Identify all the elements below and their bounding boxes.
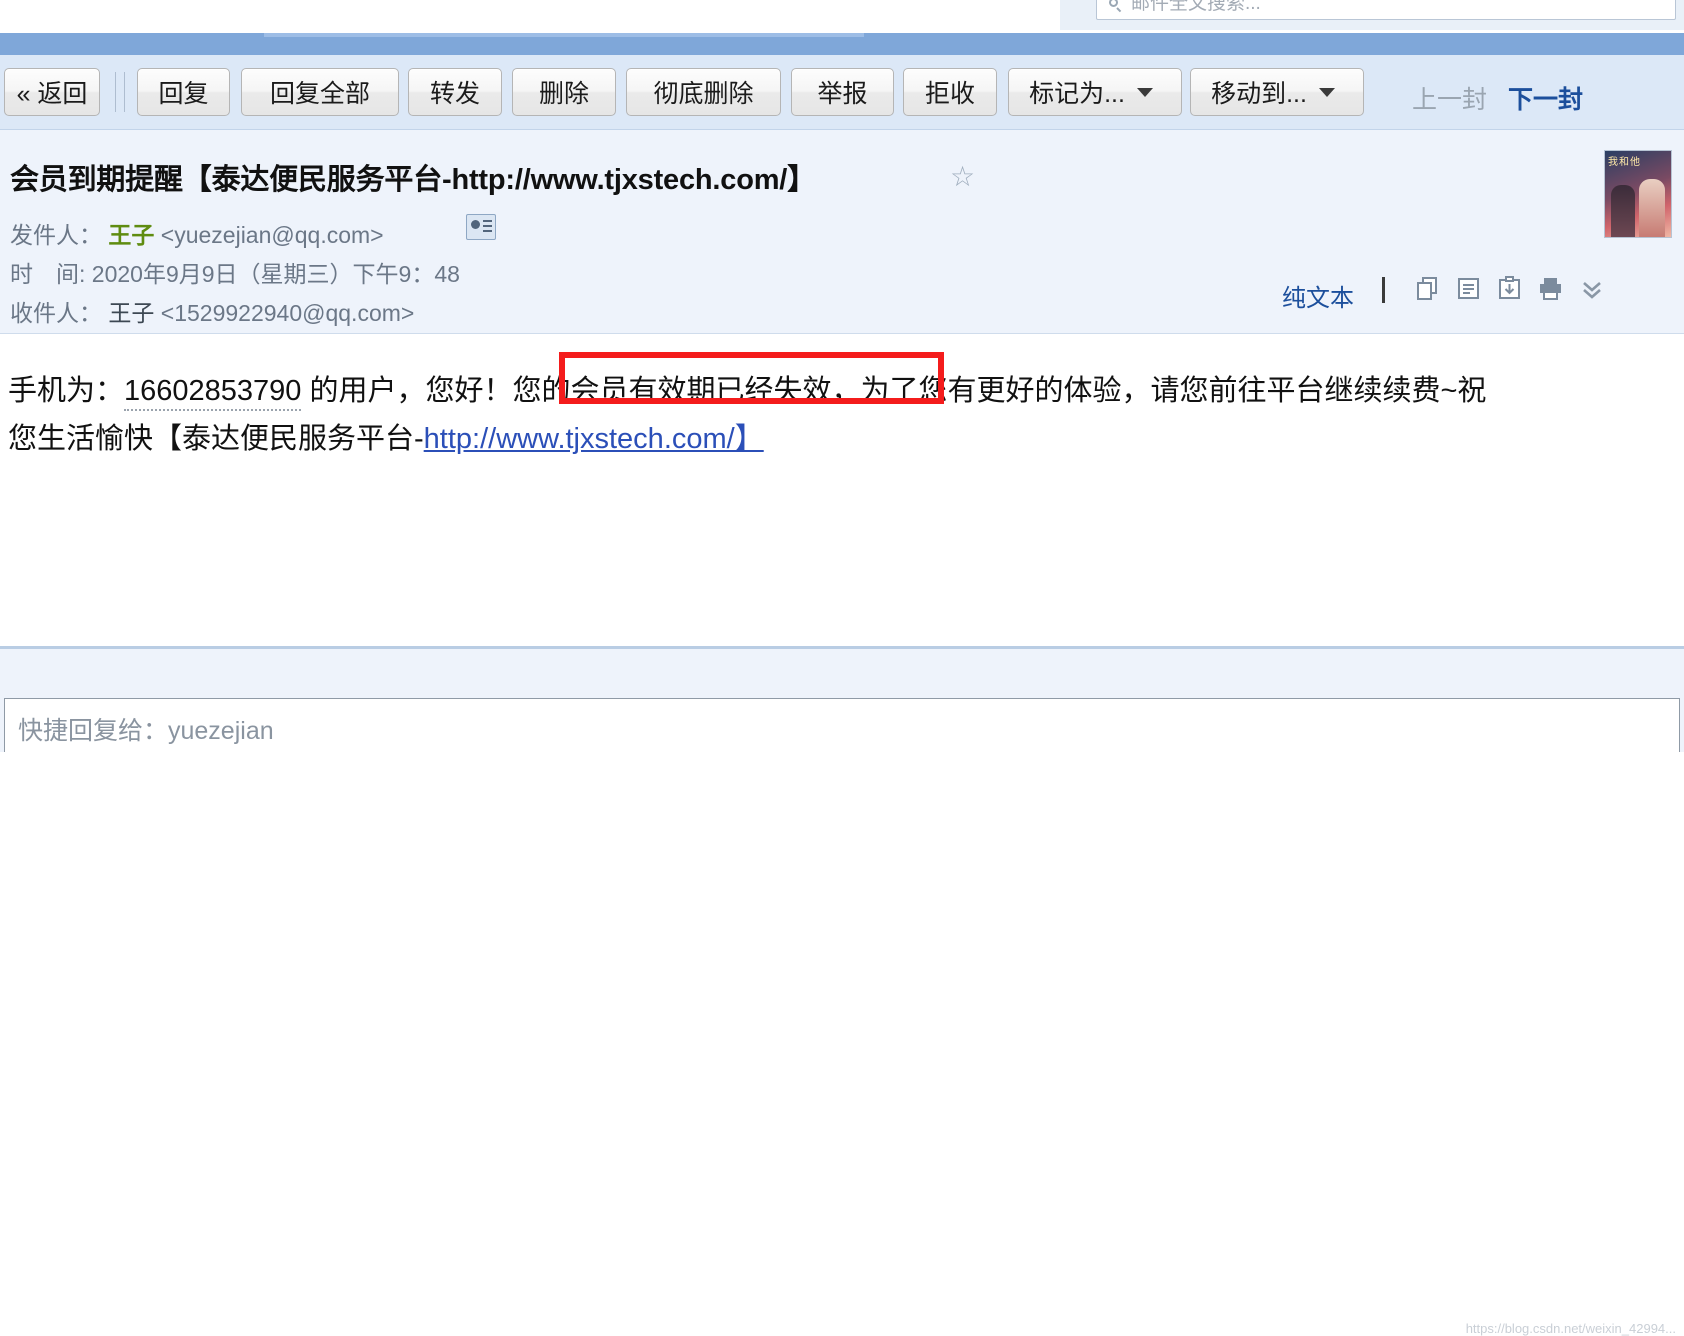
mark-as-dropdown[interactable]: 标记为... [1008, 68, 1182, 116]
chevron-down-icon [1136, 87, 1153, 97]
permanent-delete-button[interactable]: 彻底删除 [626, 68, 781, 116]
recipient-label: 收件人： [10, 300, 102, 326]
download-icon[interactable] [1497, 276, 1523, 302]
reply-button[interactable]: 回复 [137, 68, 230, 116]
body-line-2: 您生活愉快【泰达便民服务平台-http://www.tjxstech.com/】 [8, 422, 764, 457]
body-line2-pre: 您生活愉快【泰达便民服务平台- [8, 423, 424, 455]
body-line1-pre: 手机为： [8, 375, 125, 407]
platform-link[interactable]: http://www.tjxstech.com/】 [424, 423, 764, 455]
header-band [0, 33, 1684, 55]
back-button[interactable]: « 返回 [4, 68, 100, 116]
mail-header: 会员到期提醒【泰达便民服务平台-http://www.tjxstech.com/… [0, 130, 1684, 334]
quick-reply-placeholder: 快捷回复给：yuezejian [18, 717, 274, 745]
sender-label: 发件人： [10, 222, 102, 248]
plain-text-toggle[interactable]: 纯文本 [1282, 278, 1354, 313]
reject-button[interactable]: 拒收 [903, 68, 997, 116]
mail-toolbar: « 返回 回复 回复全部 转发 删除 彻底删除 举报 拒收 标记为... 移动到… [0, 55, 1684, 130]
body-line1-mid: 的用户，您好！ [301, 375, 513, 407]
delete-button[interactable]: 删除 [512, 68, 616, 116]
page-title: 会员到期提醒【泰达便民服务平台-http://www.tjxstech.com/… [10, 164, 816, 196]
previous-mail-link[interactable]: 上一封 [1412, 80, 1487, 116]
mail-actions-toolbar [1415, 276, 1605, 302]
time-row: 时 间: 2020年9月9日（星期三）下午9：48 [10, 255, 460, 289]
top-strip: 邮件全文搜索... [0, 0, 1684, 33]
sender-address: <yuezejian@qq.com> [160, 222, 384, 248]
mail-reader-window: 邮件全文搜索... « 返回 回复 回复全部 转发 删除 彻底删除 举报 拒收 … [0, 0, 1684, 1336]
contact-card-icon[interactable] [466, 214, 496, 240]
sender-name: 王子 [108, 222, 155, 248]
watermark: https://blog.csdn.net/weixin_42994... [1465, 1321, 1676, 1336]
search-input[interactable]: 邮件全文搜索... [1096, 0, 1676, 20]
mark-as-label: 标记为... [1029, 80, 1125, 108]
search-placeholder: 邮件全文搜索... [1131, 0, 1261, 14]
avatar: 我和他 [1604, 150, 1672, 238]
forward-button[interactable]: 转发 [408, 68, 502, 116]
header-band-highlight [264, 33, 864, 37]
note-icon[interactable] [1456, 276, 1482, 302]
recipient-address: <1529922940@qq.com> [160, 300, 415, 326]
time-value: 2020年9月9日（星期三）下午9：48 [91, 261, 460, 287]
toolbar-divider [115, 72, 116, 112]
time-label: 时 间: [10, 261, 86, 287]
avatar-caption: 我和他 [1608, 157, 1641, 168]
star-outline-icon[interactable]: ☆ [950, 163, 975, 191]
search-icon [1109, 0, 1122, 13]
move-to-dropdown[interactable]: 移动到... [1190, 68, 1364, 116]
sender-row: 发件人： 王子 <yuezejian@qq.com> [10, 216, 384, 250]
quick-reply-input[interactable]: 快捷回复给：yuezejian [4, 698, 1680, 752]
recipient-name: 王子 [108, 300, 155, 326]
chevron-down-icon-2 [1318, 87, 1335, 97]
phone-number: 16602853790 [124, 375, 302, 411]
print-icon[interactable] [1538, 276, 1564, 302]
tool-divider [1382, 277, 1385, 303]
chevron-double-down-icon[interactable] [1579, 276, 1605, 302]
body-line-1: 手机为：16602853790 的用户，您好！您的会员有效期已经失效，为了您有更… [8, 374, 1487, 411]
recipient-row: 收件人： 王子 <1529922940@qq.com> [10, 294, 414, 328]
move-to-label: 移动到... [1211, 80, 1307, 108]
toolbar-divider-2 [124, 72, 125, 112]
copy-icon[interactable] [1415, 276, 1441, 302]
body-line1-post: 您的会员有效期已经失效，为了您有更好的体验，请您前往平台继续续费~祝 [512, 375, 1487, 407]
next-mail-link[interactable]: 下一封 [1508, 80, 1583, 116]
report-button[interactable]: 举报 [791, 68, 894, 116]
reply-all-button[interactable]: 回复全部 [241, 68, 399, 116]
